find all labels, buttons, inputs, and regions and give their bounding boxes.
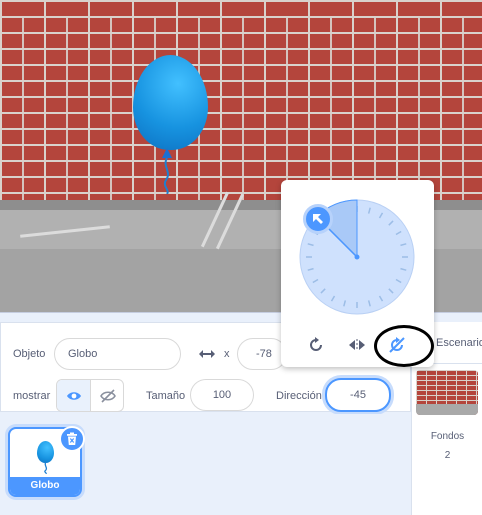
all-around-icon (310, 337, 322, 351)
brick-wall-backdrop (0, 0, 482, 208)
direction-label: Dirección (276, 390, 322, 402)
arrow-up-left-icon (313, 214, 323, 224)
sprite-name-field[interactable]: Globo (54, 338, 181, 370)
trash-icon (67, 432, 77, 445)
direction-dial-handle[interactable] (303, 204, 333, 234)
size-label: Tamaño (146, 390, 186, 402)
direction-field[interactable]: -45 (325, 378, 391, 412)
backdrops-label: Fondos (430, 431, 465, 442)
sprite-tile-name: Globo (10, 477, 80, 495)
eye-slash-icon (100, 388, 116, 403)
balloon-sprite[interactable] (133, 55, 208, 150)
rotation-left-right-button[interactable] (342, 330, 372, 360)
highlight-annotation-ring (374, 325, 434, 367)
stage-thumbnail[interactable] (416, 370, 478, 415)
show-sprite-button[interactable] (57, 380, 91, 411)
direction-value: -45 (350, 389, 366, 401)
backdrops-count: 2 (444, 450, 451, 461)
sprite-name-value: Globo (68, 348, 98, 360)
size-value: 100 (212, 389, 232, 401)
size-field[interactable]: 100 (190, 379, 254, 411)
hide-sprite-button[interactable] (91, 380, 123, 411)
scratch-editor: Objeto Globo x -78 mostrar Tamaño 100 Di… (0, 0, 482, 515)
sprite-label: Objeto (13, 348, 46, 360)
x-position-icon (199, 350, 215, 358)
direction-dial[interactable] (281, 180, 434, 320)
x-label: x (224, 348, 230, 360)
delete-sprite-button[interactable] (59, 426, 85, 452)
x-position-field[interactable]: -78 (237, 338, 287, 370)
show-label: mostrar (13, 390, 51, 402)
left-right-icon (349, 339, 365, 351)
balloon-thumbnail (37, 441, 54, 463)
eye-icon (67, 391, 81, 400)
balloon-string (163, 158, 169, 194)
x-position-value: -78 (256, 348, 272, 360)
rotation-all-around-button[interactable] (301, 330, 331, 360)
thumbnail-string (44, 462, 48, 474)
visibility-toggle (56, 379, 124, 412)
